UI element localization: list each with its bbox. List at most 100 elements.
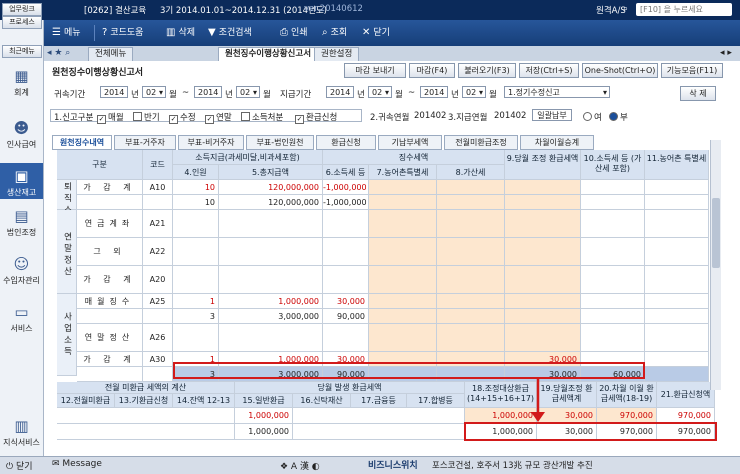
condition-search-button[interactable]: ▼ 조건검색 [208,25,252,41]
nav-corp-adjustment[interactable]: ▤ 법인조정 [0,208,43,238]
attr-to-month[interactable]: 02 [236,86,260,99]
row-total-paid[interactable]: 120,000,000 [219,195,323,210]
subtab-resident[interactable]: 부표-거주자 [114,135,176,150]
subtab-nonresident[interactable]: 부표-비거주자 [178,135,244,150]
one-shot-button[interactable]: One-Shot(Ctrl+O) [582,63,658,78]
nav-production-inventory[interactable]: ▣ 생산재고 [0,163,43,199]
row-rural-tax[interactable] [369,294,437,309]
row-rural-tax[interactable] [369,180,437,195]
global-search-input[interactable]: [F10] 을 누르세요 [636,3,732,16]
row-income-tax[interactable]: 90,000 [323,309,369,324]
row-persons[interactable] [173,238,219,266]
tab-permission-settings[interactable]: 권한설정 [314,47,360,61]
close-f4-button[interactable]: 마감(F4) [409,63,455,78]
radio-batch-no[interactable]: 부 [604,111,628,123]
check-monthly[interactable]: ✓ 매월 [92,111,124,124]
pay-from-year[interactable]: 2014 [326,86,354,98]
attr-from-month[interactable]: 02 [142,86,166,99]
save-button[interactable]: 저장(Ctrl+S) [519,63,579,78]
check-annual[interactable]: ✓ 연말 [200,111,232,124]
row-rural-tax[interactable] [369,195,437,210]
row-income-tax[interactable] [323,210,369,238]
row-rural-tax[interactable] [369,324,437,352]
bottom-row1-c15[interactable]: 1,000,000 [235,408,293,424]
functions-button[interactable]: 기능모음(F11) [661,63,723,78]
subtab-next-carry[interactable]: 차월이월승계 [520,135,594,150]
bottom-row2-c15[interactable]: 1,000,000 [235,424,293,440]
row-income-tax[interactable] [323,266,369,294]
report-type-select[interactable]: 1.정기수정신고 [504,86,610,99]
row-penalty[interactable] [437,180,505,195]
print-button[interactable]: ⎙ 인쇄 [280,25,308,41]
row-penalty[interactable] [437,210,505,238]
process-button[interactable]: 프로세스 [2,16,42,29]
footer-close-button[interactable]: ⏻ 닫기 [6,459,33,472]
row-total-paid[interactable]: 3,000,000 [219,309,323,324]
row-persons[interactable] [173,266,219,294]
nav-accounting[interactable]: ▦ 회계 [0,68,43,98]
row-income-tax[interactable]: 30,000 [323,294,369,309]
query-button[interactable]: ⌕ 조회 [322,25,347,41]
check-income-disposal[interactable]: 소득처분 [236,111,283,123]
row-persons[interactable]: 10 [173,180,219,195]
row-income-tax[interactable] [323,324,369,352]
row-total-paid[interactable] [219,266,323,294]
row-total-paid[interactable]: 1,000,000 [219,294,323,309]
row-total-paid[interactable] [219,210,323,238]
font-tools[interactable]: ❖ A 漢 ◐ [280,459,320,472]
subtab-corporate[interactable]: 부표-법인원천 [246,135,314,150]
row-persons[interactable] [173,210,219,238]
tab-withholding-report[interactable]: 원천징수이행상황신고서 [218,47,319,61]
remote-support-link[interactable]: 원격A/S [596,4,626,16]
pay-to-year[interactable]: 2014 [420,86,448,98]
delete-button[interactable]: ▥ 삭제 [166,25,195,41]
scrollbar-thumb[interactable] [712,198,720,268]
subtab-prepaid-tax[interactable]: 기납부세액 [378,135,442,150]
row-persons[interactable] [173,324,219,352]
subtab-refund-request[interactable]: 환급신청 [316,135,376,150]
row-persons[interactable]: 3 [173,309,219,324]
row-income-tax[interactable] [323,238,369,266]
tab-scroll-arrows[interactable]: ◂ ▸ [720,48,732,58]
subtab-prev-refund[interactable]: 전월미환급조정 [444,135,518,150]
row-penalty[interactable] [437,238,505,266]
pay-to-month[interactable]: 02 [462,86,486,99]
row-penalty[interactable] [437,294,505,309]
row-total-paid[interactable]: 120,000,000 [219,180,323,195]
check-modify[interactable]: ✓ 수정 [164,111,196,124]
row-income-tax[interactable]: -1,000,000 [323,195,369,210]
nav-hr-payroll[interactable]: ☻ 인사급여 [0,120,43,150]
check-half[interactable]: 반기 [128,111,160,123]
row-rural-tax[interactable] [369,266,437,294]
nav-knowledge-service[interactable]: ▥ 지식서비스 [0,418,43,448]
row-penalty[interactable] [437,309,505,324]
attr-from-year[interactable]: 2014 [100,86,128,98]
close-button[interactable]: ✕ 닫기 [362,25,390,41]
tab-nav-icons[interactable]: ◂ ★ ⌕ [47,48,70,58]
recent-menu-button[interactable]: 최근메뉴 [2,45,42,58]
pay-from-month[interactable]: 02 [368,86,392,99]
nav-service[interactable]: ▭ 서비스 [0,304,43,334]
work-link-button[interactable]: 업무링크 [2,3,42,16]
menu-button[interactable]: ☰ 메뉴 [52,25,81,41]
row-penalty[interactable] [437,195,505,210]
subtab-withholding-detail[interactable]: 원천징수내역 [52,135,112,150]
radio-batch-yes[interactable]: 여 [578,111,602,123]
row-persons[interactable]: 1 [173,294,219,309]
row-persons[interactable]: 10 [173,195,219,210]
tab-all-menu[interactable]: 전체메뉴 [88,47,134,61]
message-button[interactable]: ✉ Message [52,459,102,469]
row-rural-tax[interactable] [369,309,437,324]
attr-to-year[interactable]: 2014 [194,86,222,98]
news-ticker[interactable]: 포스코건설, 호주서 13兆 규모 광산개발 추진 [432,459,593,471]
row-penalty[interactable] [437,266,505,294]
code-help-button[interactable]: ? 코드도움 [102,25,143,41]
row-total-paid[interactable] [219,238,323,266]
load-f3-button[interactable]: 불러오기(F3) [458,63,516,78]
row-rural-tax[interactable] [369,210,437,238]
row-rural-tax[interactable] [369,238,437,266]
row-penalty[interactable] [437,324,505,352]
close-send-button[interactable]: 마감 보내기 [344,63,406,78]
nav-importer-mgmt[interactable]: ☺ 수입자관리 [0,256,43,286]
check-refund-request[interactable]: ✓ 환급신청 [290,111,337,124]
